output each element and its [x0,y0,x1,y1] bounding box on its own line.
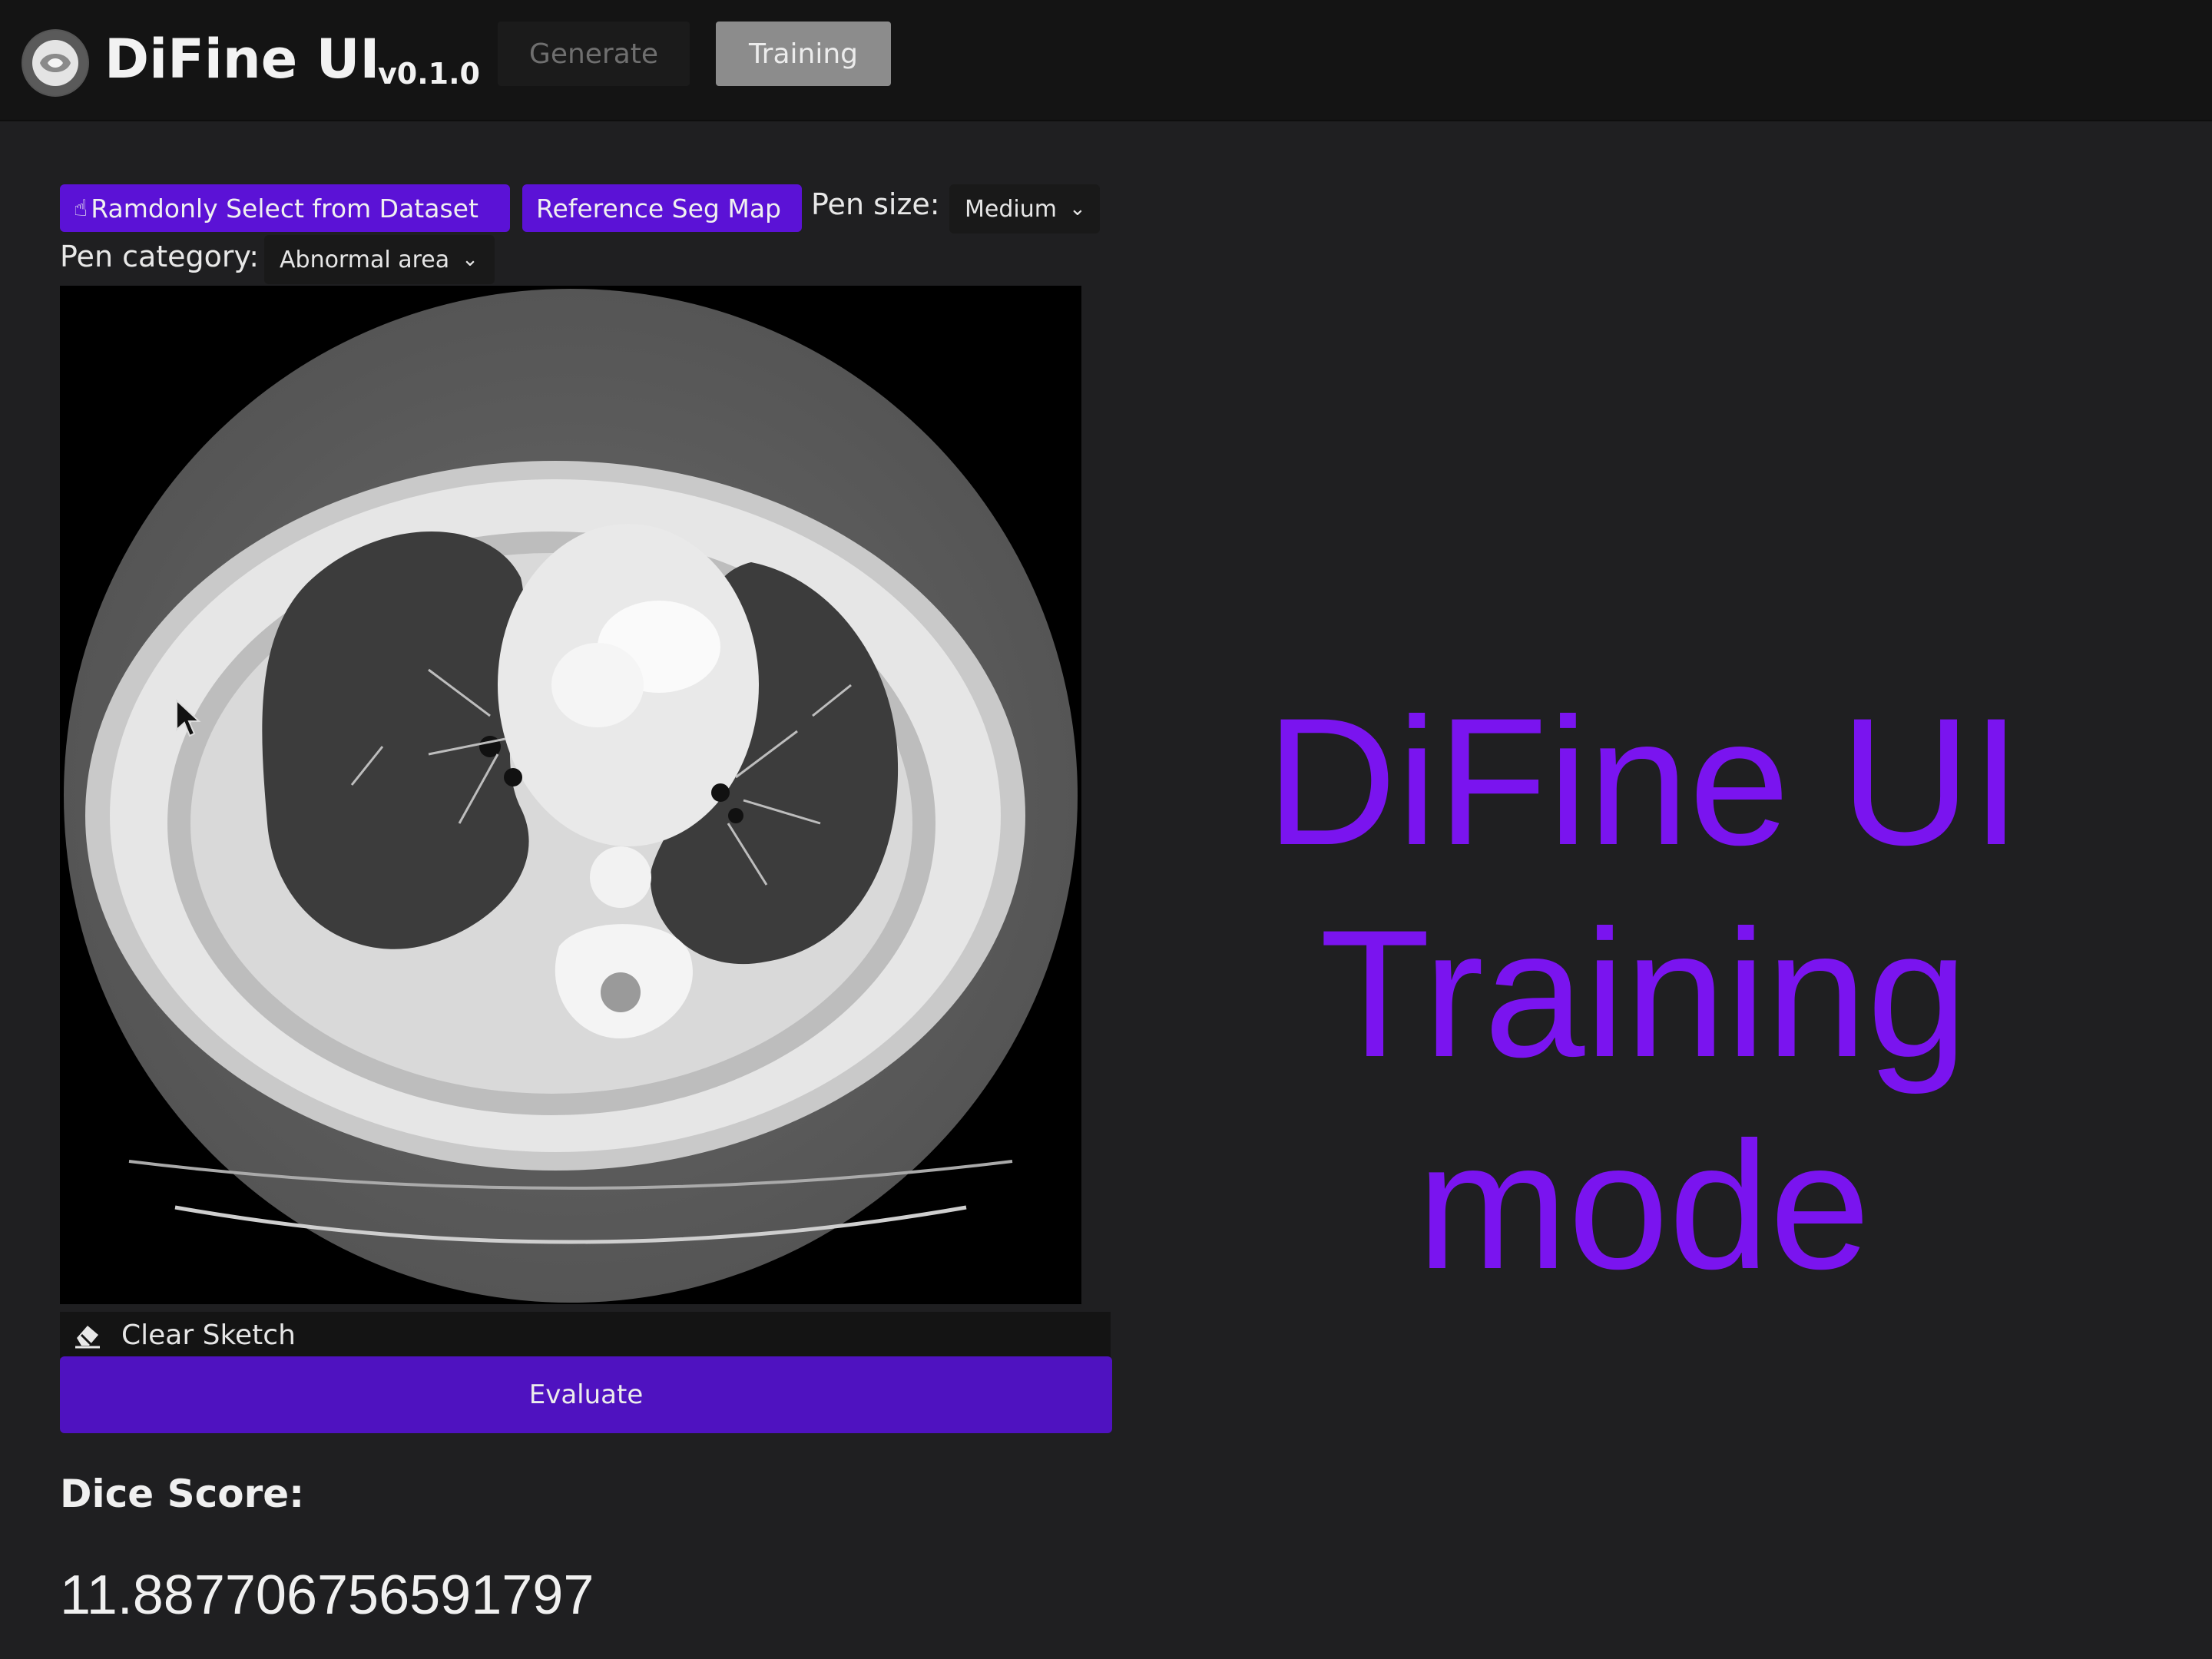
pen-category-value: Abnormal area [280,246,450,273]
clear-sketch-label: Clear Sketch [121,1319,296,1351]
pen-size-select[interactable]: Medium ⌄ [949,184,1100,233]
overlay-caption: DiFine UI Training mode [1114,676,2174,1312]
clear-sketch-button[interactable]: Clear Sketch [60,1312,1111,1358]
app-version: v0.1.0 [378,57,480,91]
tab-generate[interactable]: Generate [498,22,690,86]
pen-category-label: Pen category: [60,240,260,273]
reference-seg-map-button[interactable]: Reference Seg Map [522,184,802,232]
overlay-line-1: DiFine UI [1266,680,2022,883]
pen-size-label: Pen size: [811,187,940,221]
random-select-label: Ramdonly Select from Dataset [91,193,478,224]
overlay-line-2: Training mode [1320,892,1968,1307]
app-logo-icon [22,29,89,97]
dice-score-label: Dice Score: [60,1472,305,1516]
eraser-icon [75,1326,100,1349]
hand-pointer-icon: ☝ [74,194,88,222]
random-select-button[interactable]: ☝ Ramdonly Select from Dataset [60,184,510,232]
ct-scan-image [64,289,1078,1303]
chevron-down-icon: ⌄ [1068,197,1086,220]
app-title: DiFine UI [104,28,380,91]
tab-training[interactable]: Training [716,22,891,86]
mouse-cursor-icon [176,699,201,737]
pen-category-select[interactable]: Abnormal area ⌄ [264,235,495,284]
top-bar: DiFine UI v0.1.0 Generate Training [0,0,2212,121]
reference-seg-label: Reference Seg Map [536,193,781,224]
sketch-canvas[interactable] [60,286,1081,1304]
dice-score-value: 11.887706756591797 [60,1565,594,1626]
evaluate-button[interactable]: Evaluate [60,1356,1112,1433]
chevron-down-icon: ⌄ [462,248,478,271]
pen-size-value: Medium [965,195,1057,223]
